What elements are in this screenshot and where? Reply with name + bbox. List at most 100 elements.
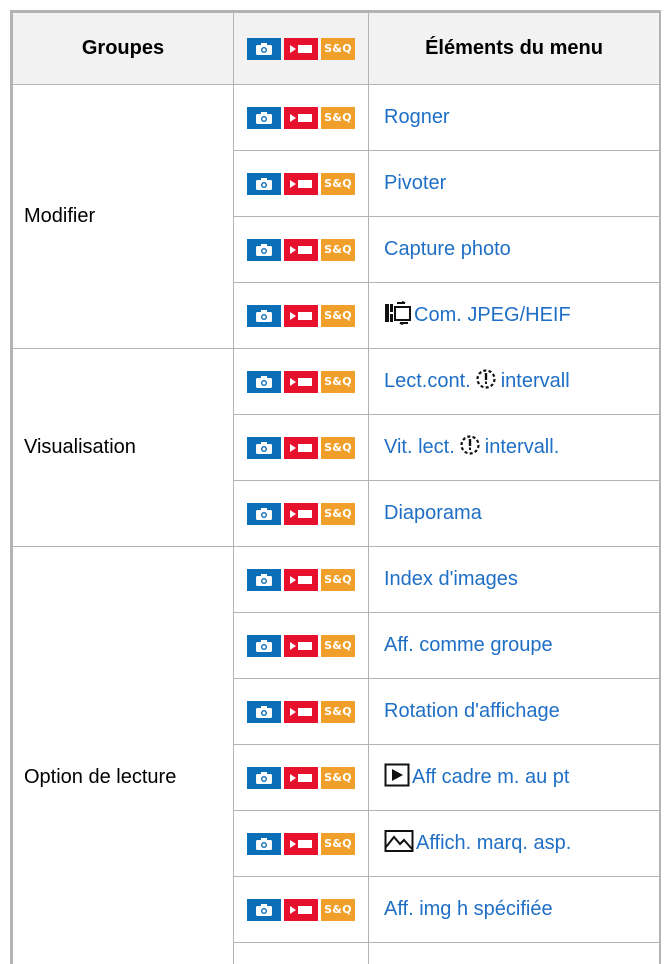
s-and-q-icon: S&Q [321,898,355,921]
menu-item-link[interactable]: Aff. comme groupe [384,634,553,656]
camera-icon [247,304,281,327]
menu-item-cell: Vit. lect. intervall. [368,414,659,481]
camera-icon [247,766,281,789]
movie-icon [284,304,318,327]
movie-icon [284,898,318,921]
mode-icons-cell: S&Q [233,348,369,415]
camera-icon [247,106,281,129]
mode-icons: S&Q [247,832,355,855]
s-and-q-icon: S&Q [321,370,355,393]
menu-item-cell: Pivoter [368,150,659,217]
group-label: Option de lecture [12,546,234,964]
menu-item-label: Capture photo [384,238,511,260]
header-groupes: Groupes [12,12,234,85]
menu-item-link[interactable]: Com. JPEG/HEIF [414,304,571,326]
menu-item-label: Affich. marq. asp. [416,831,572,854]
menu-item-label: Com. JPEG/HEIF [414,303,571,326]
movie-icon [284,436,318,459]
menu-item-link[interactable]: Index d'images [384,568,518,590]
menu-item-link[interactable]: Capture photo [384,238,511,260]
table-row: Option de lecture S&Q Index d'images [12,546,659,964]
menu-item-label: Aff. comme groupe [384,634,553,656]
mode-icons: S&Q [247,502,355,525]
s-and-q-icon: S&Q [321,436,355,459]
mode-icons: S&Q [247,898,355,921]
mode-icons-cell: S&Q [233,942,369,964]
mode-icons-cell: S&Q [233,414,369,481]
header-elements-menu: Éléments du menu [368,12,659,85]
menu-item-cell: Affich. marq. asp. [368,810,659,877]
movie-icon [284,172,318,195]
menu-item-link[interactable]: Diaporama [384,502,482,524]
camera-icon [247,898,281,921]
movie-icon [284,502,318,525]
menu-item-link[interactable]: Affich. marq. asp. [416,832,571,854]
mode-icons-cell: S&Q [233,810,369,877]
s-and-q-icon: S&Q [321,304,355,327]
menu-item-label: Aff. img h spécifiée [384,898,553,920]
menu-item-label: Rotation d'affichage [384,700,560,722]
mode-icons: S&Q [247,568,355,591]
movie-icon [284,700,318,723]
playback-icon [384,763,410,793]
header-mode-icons: S&Q [233,12,369,85]
menu-item-label: Rogner [384,106,450,128]
s-and-q-icon: S&Q [321,172,355,195]
camera-icon [247,172,281,195]
camera-icon [247,700,281,723]
menu-item-cell: Capture photo [368,216,659,283]
menu-item-cell: Aff cadre m. au pt [368,744,659,811]
s-and-q-icon: S&Q [321,106,355,129]
menu-item-label: Pivoter [384,172,447,194]
movie-icon [284,568,318,591]
interval-icon [475,368,497,396]
menu-item-link[interactable]: Pivoter [384,172,446,194]
mode-icons-cell: S&Q [233,546,369,613]
group-label: Visualisation [12,348,234,547]
menu-item-cell: Rogner [368,84,659,151]
camera-icon [247,568,281,591]
mode-icons: S&Q [247,436,355,459]
movie-icon [284,370,318,393]
camera-icon [247,370,281,393]
movie-icon [284,832,318,855]
table-row: Visualisation S&Q Lect.cont. intervall [12,348,659,547]
menu-item-link[interactable]: Rogner [384,106,450,128]
s-and-q-icon: S&Q [321,502,355,525]
menu-item-link[interactable]: Aff. img h spécifiée [384,898,553,920]
s-and-q-icon: S&Q [321,832,355,855]
menu-table-container: Groupes S&Q Éléments du menu Modifier S&Q… [10,10,661,964]
mode-icons: S&Q [247,172,355,195]
mode-icons: S&Q [247,106,355,129]
mode-icons: S&Q [247,766,355,789]
mode-icons: S&Q [247,370,355,393]
menu-item-link[interactable]: Lect.cont. intervall [384,368,570,392]
menu-item-link[interactable]: Aff cadre m. au pt [412,766,570,788]
menu-item-cell: Aff. comme groupe [368,612,659,679]
mode-icons-cell: S&Q [233,678,369,745]
menu-item-label: Vit. lect. [384,435,455,458]
menu-item-link[interactable]: Vit. lect. intervall. [384,434,559,458]
table-row: Modifier S&Q Rogner [12,84,659,349]
menu-table: Groupes S&Q Éléments du menu Modifier S&Q… [12,12,659,964]
s-and-q-icon: S&Q [321,37,355,60]
menu-item-label: Index d'images [384,568,518,590]
camera-icon [247,634,281,657]
menu-item-link[interactable]: Rotation d'affichage [384,700,560,722]
mode-icons-cell: S&Q [233,84,369,151]
mode-icons-cell: S&Q [233,744,369,811]
menu-item-cell: Rotation d'affichage [368,678,659,745]
jpeg-heif-switch-icon [384,300,412,331]
menu-item-cell: Réglage saut d'img [368,942,659,964]
mode-icons-cell: S&Q [233,282,369,349]
header-row: Groupes S&Q Éléments du menu [12,12,659,85]
movie-icon [284,37,318,60]
mode-icons-cell: S&Q [233,876,369,943]
menu-item-label: Diaporama [384,502,482,524]
mode-icons-cell: S&Q [233,480,369,547]
menu-item-label: Aff cadre m. au pt [412,765,570,788]
camera-icon [247,502,281,525]
mode-icons: S&Q [247,304,355,327]
menu-item-label: Lect.cont. [384,369,471,392]
menu-item-cell: Index d'images [368,546,659,613]
